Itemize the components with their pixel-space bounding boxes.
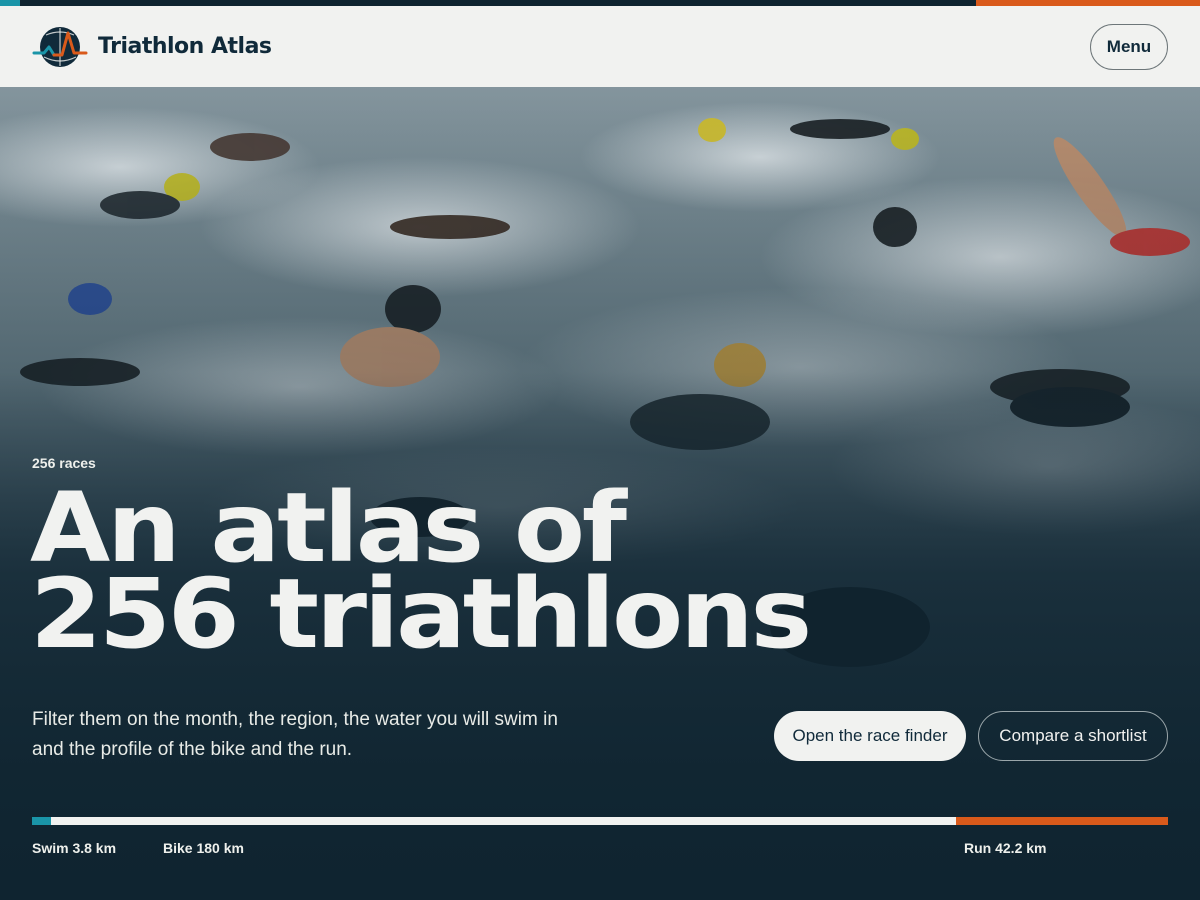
swim-distance-label: Swim 3.8 km — [32, 840, 117, 856]
distance-bar-run-segment — [956, 817, 1168, 825]
compare-shortlist-button[interactable]: Compare a shortlist — [978, 711, 1168, 761]
run-distance-label: Run 42.2 km — [964, 840, 1047, 856]
hero-description-line-2: and the profile of the bike and the run. — [32, 739, 353, 760]
globe-pulse-icon — [32, 26, 88, 67]
hero-description-line-1: Filter them on the month, the region, th… — [32, 709, 558, 730]
menu-button[interactable]: Menu — [1090, 23, 1168, 70]
hero-description: Filter them on the month, the region, th… — [32, 705, 572, 765]
brand-home-link[interactable]: Triathlon Atlas — [32, 25, 272, 69]
bike-distance-label: Bike 180 km — [163, 840, 244, 856]
distance-bar-bike-segment — [51, 817, 956, 825]
hero-section: 256 races An atlas of 256 triathlons Fil… — [0, 87, 1200, 900]
distance-bar-swim-segment — [32, 817, 51, 825]
hero-title: An atlas of 256 triathlons — [30, 480, 1002, 670]
race-distance-bar — [32, 817, 1168, 825]
brand-name: Triathlon Atlas — [98, 34, 272, 59]
site-header: Triathlon Atlas Menu — [0, 6, 1200, 87]
open-race-finder-button[interactable]: Open the race finder — [774, 711, 966, 761]
race-count-label: 256 races — [32, 455, 96, 471]
hero-title-line-2: 256 triathlons — [30, 558, 812, 670]
